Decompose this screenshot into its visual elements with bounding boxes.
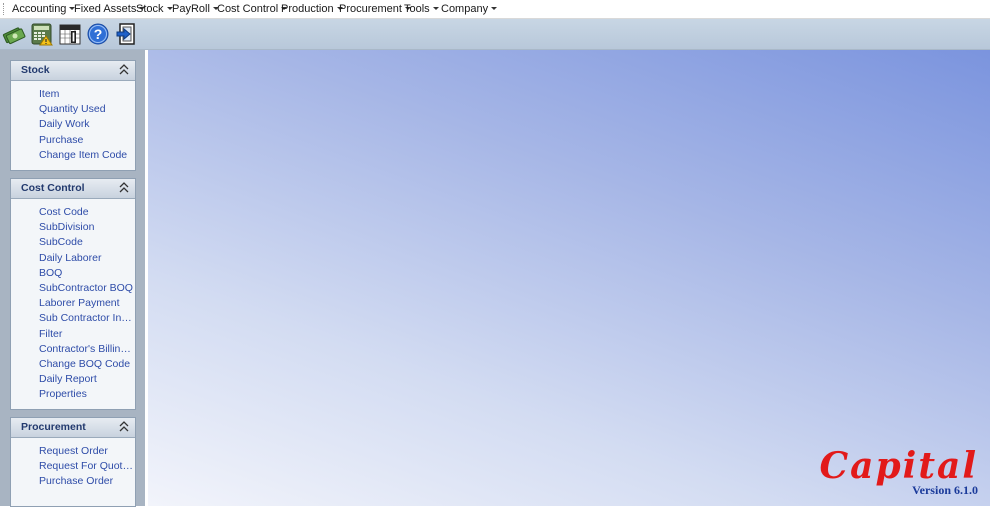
menu-grip [3,3,6,15]
help-icon: ? [87,23,109,45]
sidebar-item-quantity-used[interactable]: Quantity Used [11,102,135,117]
sidebar-item-properties[interactable]: Properties [11,387,135,402]
cost-control-panel-header[interactable]: Cost Control [11,179,135,199]
menu-label: PayRoll [172,3,210,15]
sidebar-item-purchase[interactable]: Purchase [11,133,135,148]
calculator-icon [31,23,53,46]
sidebar-item-sub-contractor-invoice[interactable]: Sub Contractor Invoice [11,311,135,326]
procurement-panel-body: Request Order Request For Quotation Purc… [11,438,135,506]
exit-button[interactable] [114,21,140,47]
menu-production[interactable]: Production [281,2,343,16]
sidebar-item-subcontractor-boq[interactable]: SubContractor BOQ [11,281,135,296]
sidebar-item-change-boq-code[interactable]: Change BOQ Code [11,357,135,372]
menu-label: Production [281,3,334,15]
sidebar-item-request-for-quotation[interactable]: Request For Quotation [11,459,135,474]
panel-title: Cost Control [21,182,85,194]
menu-stock[interactable]: Stock [136,2,173,16]
cost-control-panel-body: Cost Code SubDivision SubCode Daily Labo… [11,199,135,409]
logo-wordmark: Capital [819,445,978,487]
money-button[interactable] [1,21,27,47]
sidebar: Stock Item Quantity Used Daily Work Purc… [0,50,145,507]
sidebar-item-subdivision[interactable]: SubDivision [11,220,135,235]
sidebar-item-daily-laborer[interactable]: Daily Laborer [11,251,135,266]
sidebar-item-cost-code[interactable]: Cost Code [11,205,135,220]
calculator-button[interactable] [29,21,55,47]
chevron-down-icon [491,6,498,10]
sidebar-item-daily-work[interactable]: Daily Work [11,117,135,132]
sidebar-item-laborer-payment[interactable]: Laborer Payment [11,296,135,311]
sidebar-item-subcode[interactable]: SubCode [11,235,135,250]
main-workspace: Capital Version 6.1.0 [148,50,990,506]
procurement-panel: Procurement Request Order Request For Qu… [10,417,136,507]
collapse-icon[interactable] [119,421,129,433]
procurement-panel-header[interactable]: Procurement [11,418,135,438]
menu-company[interactable]: Company [441,2,498,16]
stock-panel-header[interactable]: Stock [11,61,135,81]
stock-panel-body: Item Quantity Used Daily Work Purchase C… [11,81,135,170]
calendar-icon [59,24,81,45]
sidebar-item-contractors-billing[interactable]: Contractor's Billing Ce... [11,342,135,357]
exit-icon [116,23,135,45]
menu-label: Cost Control [217,3,279,15]
svg-text:?: ? [94,26,103,42]
cost-control-panel: Cost Control Cost Code SubDivision SubCo… [10,178,136,410]
chevron-down-icon [432,6,439,10]
sidebar-item-filter[interactable]: Filter [11,327,135,342]
menu-label: Company [441,3,489,15]
collapse-icon[interactable] [119,64,129,76]
panel-title: Stock [21,64,50,76]
sidebar-item-daily-report[interactable]: Daily Report [11,372,135,387]
sidebar-item-purchase-order[interactable]: Purchase Order [11,474,135,489]
sidebar-item-change-item-code[interactable]: Change Item Code [11,148,135,163]
menu-tools[interactable]: Tools [404,2,439,16]
money-icon [2,27,26,45]
menu-procurement[interactable]: Procurement [339,2,411,16]
menu-accounting[interactable]: Accounting [12,2,76,16]
menu-bar: Accounting Fixed Assets Stock PayRoll Co… [0,0,990,19]
menu-label: Stock [136,3,164,15]
collapse-icon[interactable] [119,182,129,194]
toolbar: ? [0,19,990,50]
calendar-button[interactable] [57,21,83,47]
stock-panel: Stock Item Quantity Used Daily Work Purc… [10,60,136,171]
app-logo: Capital Version 6.1.0 [820,447,978,498]
sidebar-item-item[interactable]: Item [11,87,135,102]
sidebar-item-request-order[interactable]: Request Order [11,444,135,459]
menu-fixed-assets[interactable]: Fixed Assets [74,2,146,16]
help-button[interactable]: ? [85,21,111,47]
menu-label: Procurement [339,3,402,15]
menu-label: Fixed Assets [74,3,137,15]
menu-cost-control[interactable]: Cost Control [217,2,288,16]
menu-label: Accounting [12,3,67,15]
panel-title: Procurement [21,421,86,433]
menu-payroll[interactable]: PayRoll [172,2,219,16]
menu-label: Tools [404,3,430,15]
sidebar-item-boq[interactable]: BOQ [11,266,135,281]
